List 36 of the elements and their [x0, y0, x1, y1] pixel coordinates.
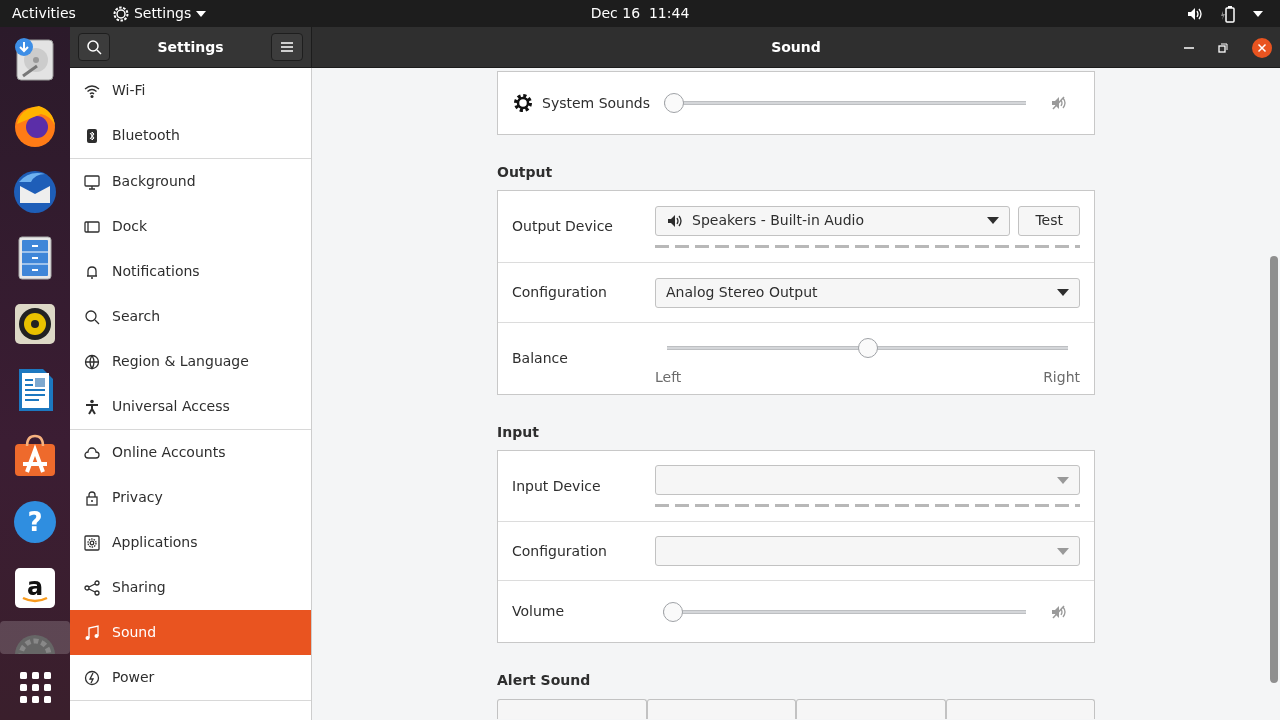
app-menu[interactable]: Settings [111, 3, 208, 24]
sidebar-item[interactable]: Region & Language [70, 339, 311, 384]
section-heading: Alert Sound [497, 671, 592, 690]
clock[interactable]: Dec 16 11:44 [590, 3, 690, 24]
sidebar-item[interactable]: Background [70, 159, 311, 204]
help-icon: ? [11, 498, 59, 546]
section-heading: Input [497, 423, 540, 442]
sidebar-item[interactable]: Sound [70, 610, 311, 655]
configuration-dropdown[interactable]: Analog Stereo Output [655, 277, 1080, 308]
field-label: Volume [512, 602, 566, 622]
field-label: Balance [512, 349, 569, 369]
sidebar-item[interactable]: Applications [70, 520, 311, 565]
sidebar-title: Settings [157, 37, 224, 57]
field-label: System Sounds [542, 93, 652, 113]
scale-label: Right [1043, 368, 1080, 388]
test-button[interactable]: Test [1018, 205, 1080, 236]
field-label: Configuration [512, 541, 608, 561]
field-label: Configuration [512, 283, 608, 303]
field-label: Input Device [512, 476, 602, 496]
activities-button[interactable]: Activities [0, 3, 88, 24]
sidebar-item[interactable]: Search [70, 294, 311, 339]
sidebar-item[interactable]: Wi-Fi [70, 68, 311, 113]
scale-label: Left [655, 368, 682, 388]
window-title: Sound [771, 37, 821, 57]
sidebar-item[interactable]: Universal Access [70, 384, 311, 429]
sidebar-item[interactable]: Sharing [70, 565, 311, 610]
sidebar-item[interactable]: Notifications [70, 249, 311, 294]
sidebar-item[interactable]: Privacy [70, 475, 311, 520]
sidebar-item[interactable]: Power [70, 655, 311, 700]
field-label: Output Device [512, 217, 614, 237]
section-heading: Output [497, 163, 554, 182]
sidebar-item[interactable]: Bluetooth [70, 113, 311, 158]
output-device-dropdown[interactable]: Speakers - Built-in Audio [655, 205, 1011, 236]
launcher-button[interactable]: a [0, 555, 70, 621]
sidebar-item[interactable]: Dock [70, 204, 311, 249]
sidebar-item[interactable]: Online Accounts [70, 430, 311, 475]
